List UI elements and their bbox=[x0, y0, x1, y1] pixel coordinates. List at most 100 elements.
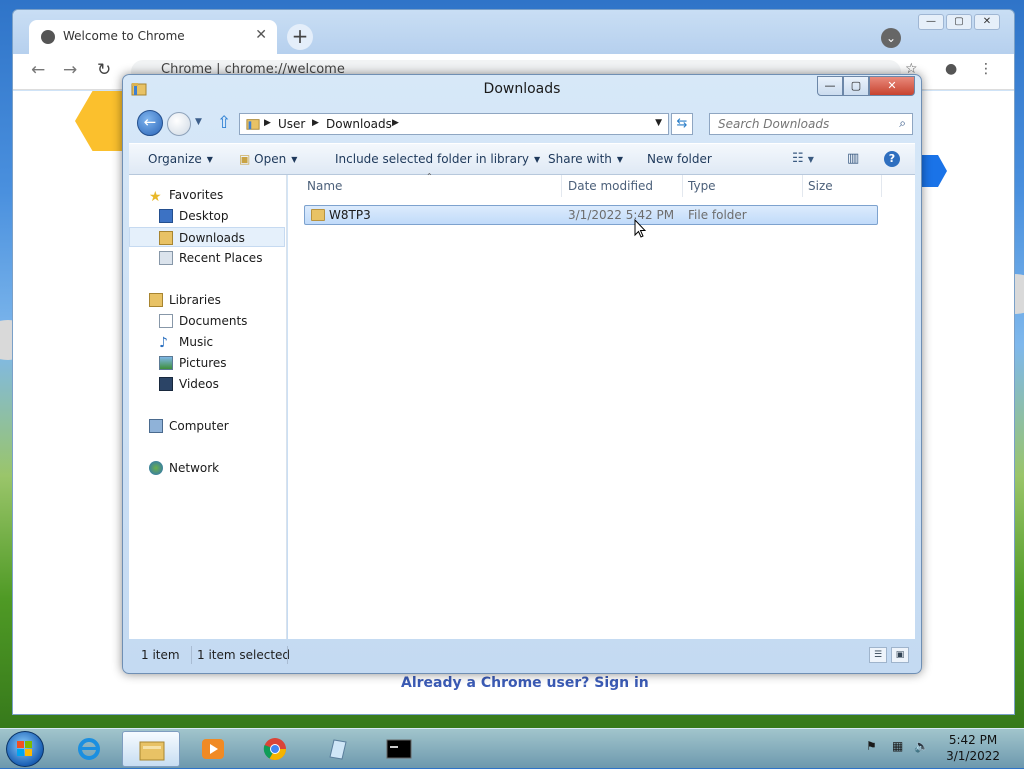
chrome-maximize-button[interactable]: ▢ bbox=[946, 14, 972, 30]
taskbar-clock[interactable]: 5:42 PM 3/1/2022 bbox=[946, 732, 1000, 764]
chrome-tab-welcome[interactable]: Welcome to Chrome ✕ bbox=[29, 20, 277, 54]
chrome-close-button[interactable]: ✕ bbox=[974, 14, 1000, 30]
recent-pages-dropdown-icon[interactable]: ▼ bbox=[195, 117, 202, 127]
large-icons-view-icon[interactable]: ▣ bbox=[891, 647, 909, 663]
close-tab-icon[interactable]: ✕ bbox=[255, 27, 267, 43]
column-header-name[interactable]: Name bbox=[307, 179, 342, 193]
explorer-maximize-button[interactable]: ▢ bbox=[843, 76, 869, 96]
nav-item-music[interactable]: ♪ Music bbox=[129, 332, 285, 352]
taskbar: ⚑ ▦ 🔈 5:42 PM 3/1/2022 bbox=[0, 728, 1024, 768]
computer-icon bbox=[149, 419, 163, 433]
share-with-button[interactable]: Share with ▼ bbox=[548, 152, 623, 166]
nav-network[interactable]: Network bbox=[129, 458, 285, 478]
include-label: Include selected folder in library bbox=[335, 152, 529, 166]
taskbar-google-chrome[interactable] bbox=[246, 731, 304, 767]
nav-item-pictures[interactable]: Pictures bbox=[129, 353, 285, 373]
back-arrow-icon[interactable]: ← bbox=[31, 60, 45, 80]
nav-item-desktop[interactable]: Desktop bbox=[129, 206, 285, 226]
explorer-close-button[interactable]: ✕ bbox=[869, 76, 915, 96]
forward-button[interactable] bbox=[167, 112, 191, 136]
chrome-minimize-button[interactable]: — bbox=[918, 14, 944, 30]
help-icon[interactable]: ? bbox=[884, 151, 900, 167]
taskbar-windows-explorer[interactable] bbox=[122, 731, 180, 767]
search-icon[interactable]: ⌕ bbox=[899, 116, 906, 131]
search-input[interactable] bbox=[716, 115, 886, 133]
back-button[interactable]: ← bbox=[137, 110, 163, 136]
chrome-menu-icon[interactable]: ⋮ bbox=[979, 61, 993, 77]
status-bar: 1 item 1 item selected ☰ ▣ bbox=[129, 643, 915, 667]
new-tab-button[interactable]: + bbox=[287, 24, 313, 50]
music-icon: ♪ bbox=[159, 335, 168, 351]
file-list: Name ⌃ Date modified Type Size W8TP3 3/1… bbox=[288, 172, 915, 639]
mouse-cursor-icon bbox=[634, 219, 646, 238]
column-divider[interactable] bbox=[561, 175, 562, 197]
breadcrumb-separator-icon[interactable]: ▶ bbox=[392, 118, 399, 128]
volume-icon[interactable]: 🔈 bbox=[914, 739, 929, 753]
nav-network-label: Network bbox=[169, 461, 220, 475]
network-icon bbox=[149, 461, 163, 475]
column-header-date[interactable]: Date modified bbox=[568, 179, 653, 193]
breadcrumb-separator-icon[interactable]: ▶ bbox=[264, 118, 271, 128]
new-folder-button[interactable]: New folder bbox=[647, 152, 712, 166]
chrome-tab-search-icon[interactable]: ⌄ bbox=[881, 28, 901, 48]
forward-arrow-icon[interactable]: → bbox=[63, 60, 77, 80]
file-type: File folder bbox=[688, 208, 747, 222]
explorer-minimize-button[interactable]: — bbox=[817, 76, 843, 96]
notepad-icon bbox=[329, 739, 347, 760]
nav-item-recent-places[interactable]: Recent Places bbox=[129, 248, 285, 268]
nav-item-documents[interactable]: Documents bbox=[129, 311, 285, 331]
column-header-size[interactable]: Size bbox=[808, 179, 833, 193]
chrome-tabstrip: Welcome to Chrome ✕ + ⌄ — ▢ ✕ bbox=[13, 10, 1014, 54]
details-view-icon[interactable]: ☰ bbox=[869, 647, 887, 663]
pictures-icon bbox=[159, 356, 173, 370]
navigation-pane: ★ Favorites Desktop Downloads Recent Pla… bbox=[129, 175, 287, 639]
nav-computer[interactable]: Computer bbox=[129, 416, 285, 436]
status-item-count: 1 item bbox=[141, 648, 180, 662]
action-center-flag-icon[interactable]: ⚑ bbox=[866, 739, 877, 753]
refresh-button[interactable]: ⇆ bbox=[671, 113, 693, 135]
breadcrumb-downloads[interactable]: Downloads bbox=[326, 117, 392, 131]
network-tray-icon[interactable]: ▦ bbox=[892, 739, 903, 753]
address-bar[interactable]: ▶ User ▶ Downloads ▶ ▼ bbox=[239, 113, 669, 135]
column-header-type[interactable]: Type bbox=[688, 179, 716, 193]
nav-item-videos[interactable]: Videos bbox=[129, 374, 285, 394]
clock-date: 3/1/2022 bbox=[946, 749, 1000, 763]
videos-icon bbox=[159, 377, 173, 391]
profile-avatar-icon[interactable]: ● bbox=[945, 61, 957, 77]
command-prompt-icon bbox=[386, 739, 412, 759]
nav-favorites-label: Favorites bbox=[169, 188, 224, 202]
column-divider[interactable] bbox=[881, 175, 882, 197]
change-view-icon[interactable]: ☷ ▼ bbox=[792, 151, 814, 166]
column-divider[interactable] bbox=[802, 175, 803, 197]
nav-item-downloads[interactable]: Downloads bbox=[129, 227, 285, 247]
include-in-library-button[interactable]: Include selected folder in library ▼ bbox=[335, 152, 540, 166]
up-arrow-icon[interactable]: ⇧ bbox=[217, 113, 231, 133]
taskbar-internet-explorer[interactable] bbox=[60, 731, 118, 767]
address-dropdown-icon[interactable]: ▼ bbox=[655, 118, 662, 128]
breadcrumb-separator-icon[interactable]: ▶ bbox=[312, 118, 319, 128]
taskbar-command-prompt[interactable] bbox=[370, 731, 428, 767]
breadcrumb-user[interactable]: User bbox=[278, 117, 305, 131]
signin-link[interactable]: Already a Chrome user? Sign in bbox=[401, 675, 649, 691]
folder-icon bbox=[311, 209, 325, 221]
taskbar-media-player[interactable] bbox=[184, 731, 242, 767]
start-button[interactable] bbox=[6, 731, 44, 767]
nav-libraries[interactable]: Libraries bbox=[129, 290, 285, 310]
taskbar-notepad[interactable] bbox=[308, 731, 366, 767]
chevron-down-icon: ▼ bbox=[616, 155, 624, 164]
chrome-favicon-icon bbox=[41, 30, 55, 44]
preview-pane-icon[interactable]: ▥ bbox=[847, 151, 859, 166]
column-divider[interactable] bbox=[682, 175, 683, 197]
status-divider bbox=[191, 646, 192, 664]
documents-icon bbox=[159, 314, 173, 328]
reload-icon[interactable]: ↻ bbox=[97, 60, 111, 80]
organize-button[interactable]: Organize ▼ bbox=[148, 152, 213, 166]
nav-favorites[interactable]: ★ Favorites bbox=[129, 185, 285, 205]
open-folder-icon: ▣ bbox=[239, 152, 255, 166]
share-label: Share with bbox=[548, 152, 612, 166]
open-button[interactable]: ▣ Open ▼ bbox=[239, 152, 297, 166]
sort-caret-icon: ⌃ bbox=[426, 172, 433, 181]
search-box[interactable]: ⌕ bbox=[709, 113, 913, 135]
file-row[interactable]: W8TP3 3/1/2022 5:42 PM File folder bbox=[304, 205, 878, 225]
chrome-window-controls: — ▢ ✕ bbox=[918, 14, 1000, 30]
